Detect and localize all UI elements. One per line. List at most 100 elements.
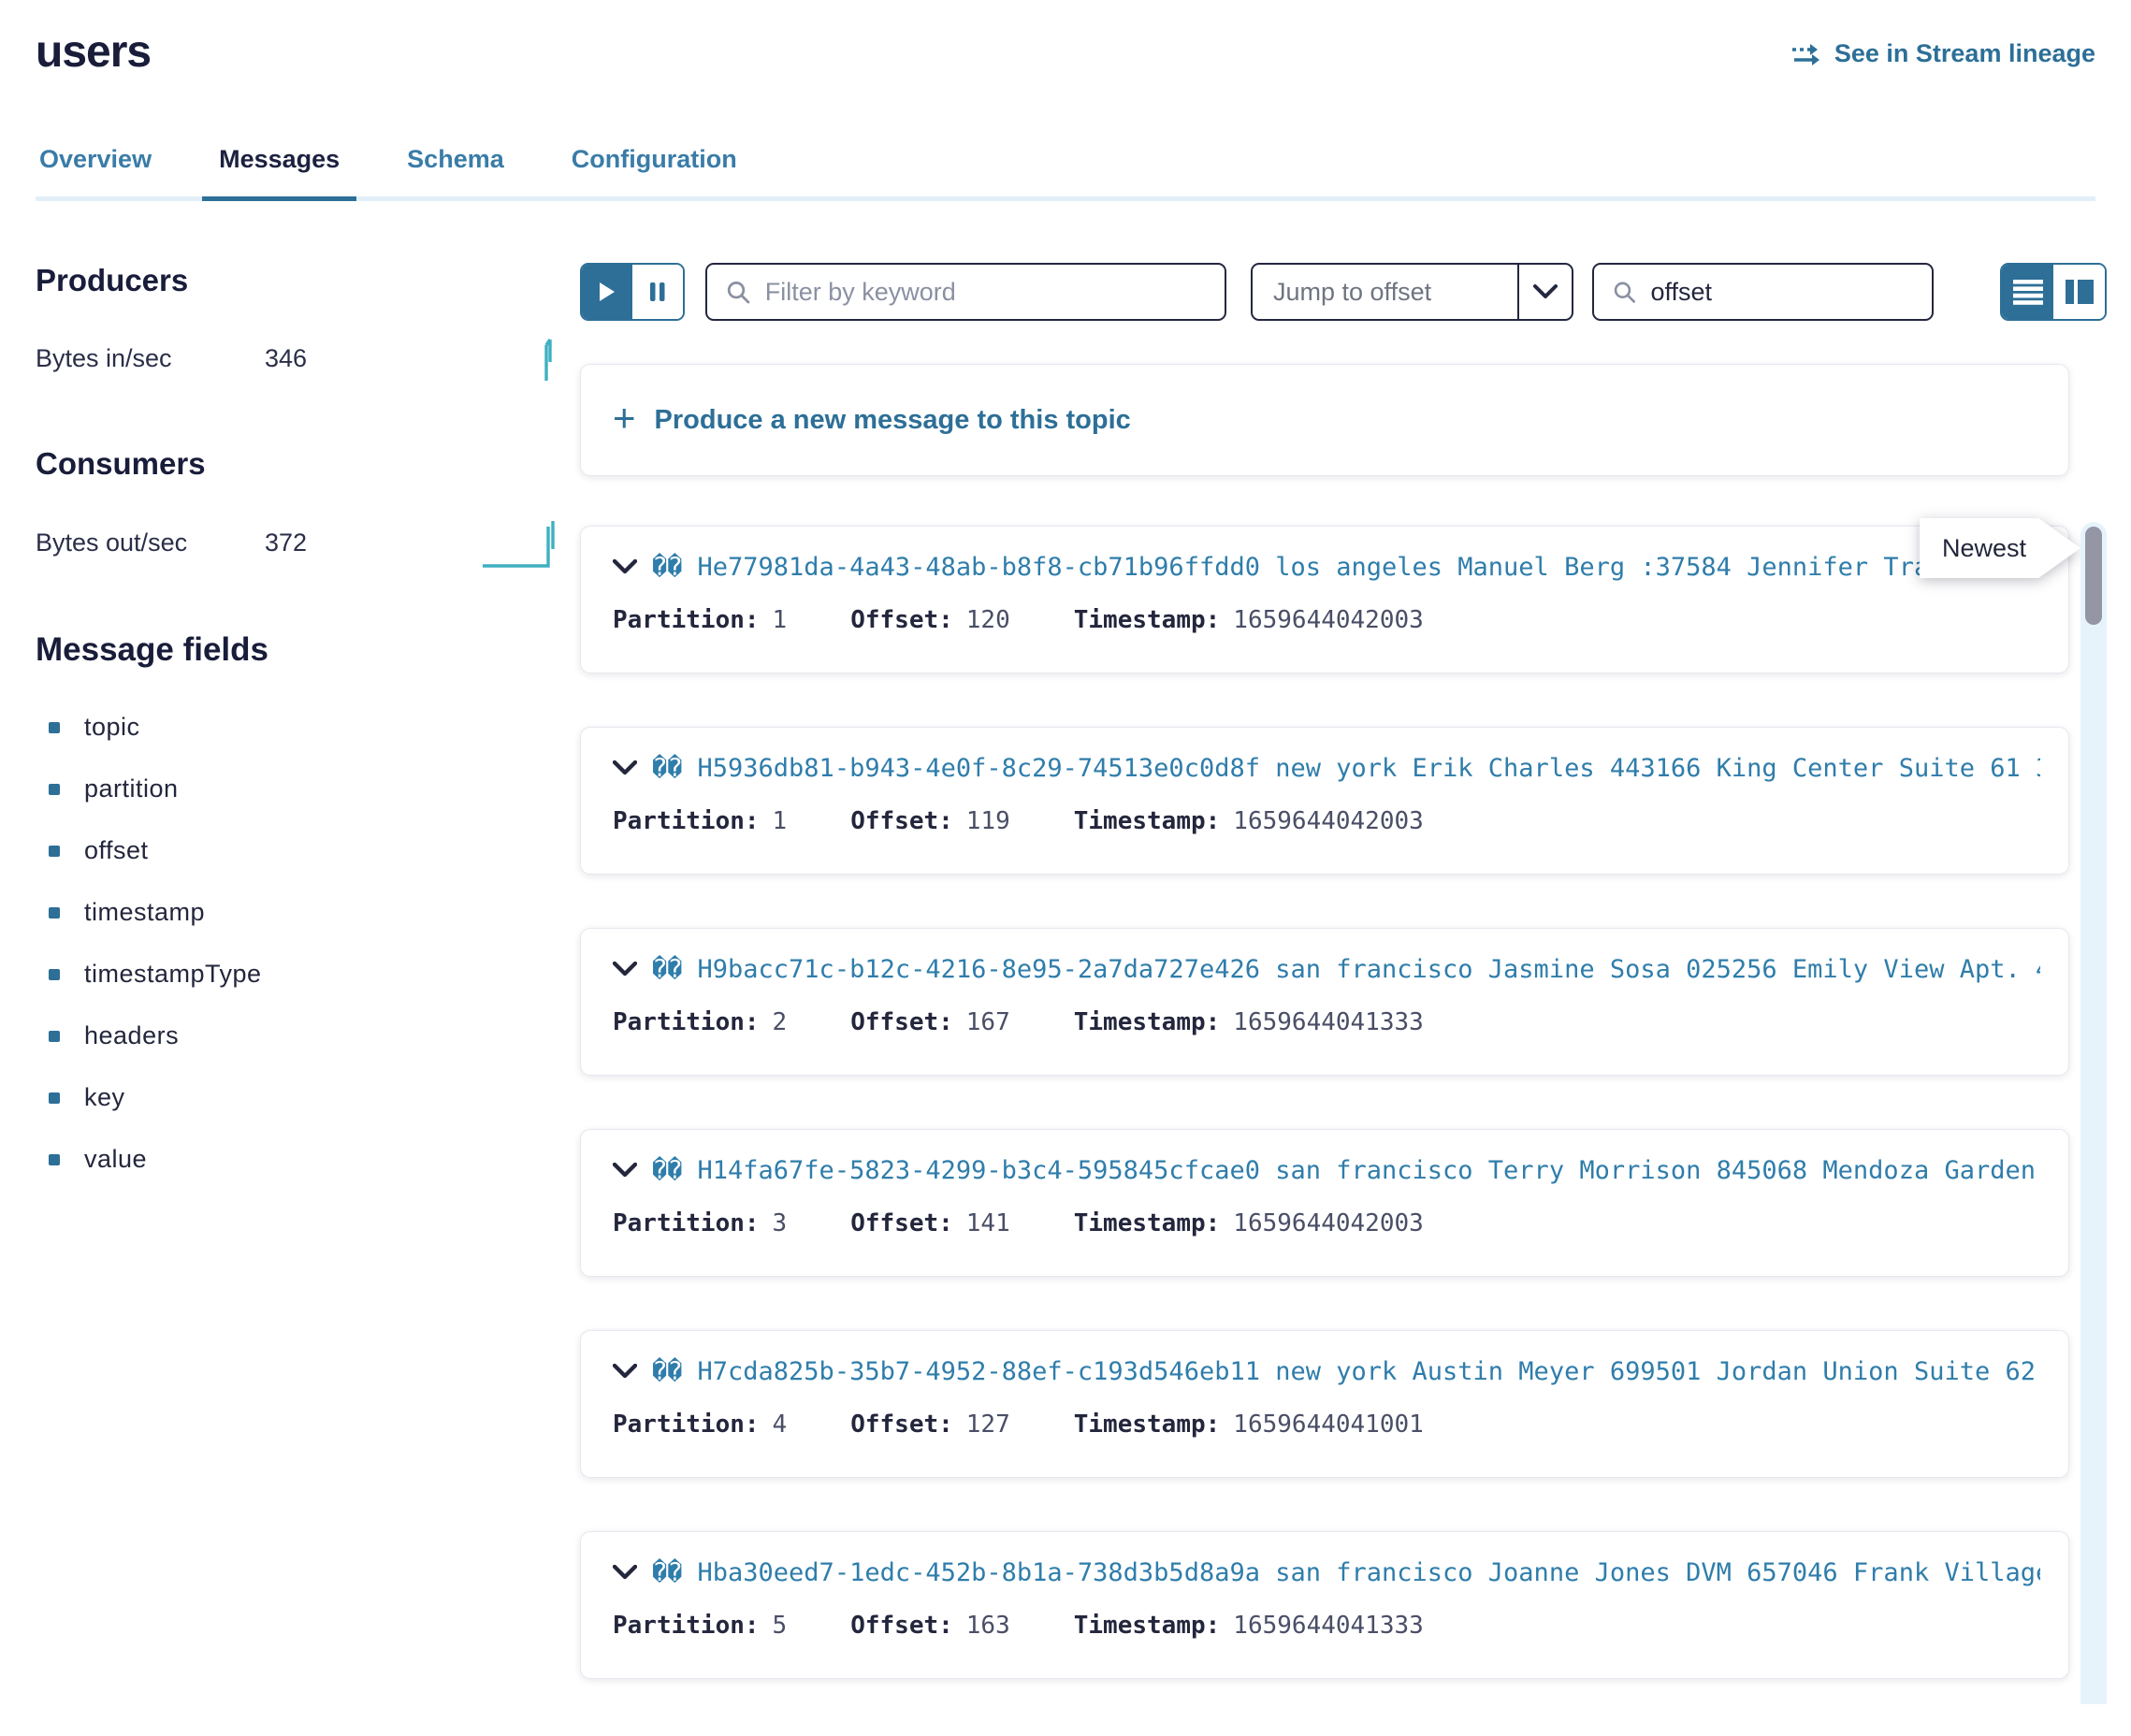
timestamp-label: Timestamp:	[1074, 1008, 1221, 1036]
bytes-in-value: 346	[265, 344, 307, 373]
pause-button[interactable]	[632, 265, 683, 319]
replacement-char-icon: ��	[652, 754, 683, 783]
newest-tooltip-label: Newest	[1920, 518, 2080, 578]
content: Producers Bytes in/sec 346 Consumers Byt…	[36, 263, 2095, 1732]
field-item-value: value	[36, 1144, 561, 1175]
play-icon	[598, 281, 616, 303]
message-row[interactable]: �� H14fa67fe-5823-4299-b3c4-595845cfcae0…	[580, 1129, 2069, 1277]
message-row[interactable]: �� H5936db81-b943-4e0f-8c29-74513e0c0d8f…	[580, 727, 2069, 875]
expand-chevron-icon[interactable]	[613, 1364, 637, 1380]
square-bullet-icon	[49, 784, 60, 795]
bytes-in-label: Bytes in/sec	[36, 344, 265, 373]
field-item-headers: headers	[36, 1020, 561, 1051]
timestamp-label: Timestamp:	[1074, 1209, 1221, 1237]
page-title: users	[36, 26, 151, 78]
square-bullet-icon	[49, 722, 60, 733]
view-mode-toggle	[2000, 263, 2107, 321]
message-row[interactable]: �� H7cda825b-35b7-4952-88ef-c193d546eb11…	[580, 1330, 2069, 1478]
offset-value: 163	[966, 1612, 1010, 1640]
message-key: H14fa67fe-5823-4299-b3c4-595845cfcae0 sa…	[698, 1156, 2040, 1185]
message-row[interactable]: �� Hba30eed7-1edc-452b-8b1a-738d3b5d8a9a…	[580, 1531, 2069, 1679]
replacement-char-icon: ��	[652, 553, 683, 582]
bytes-out-metric: Bytes out/sec 372	[36, 514, 561, 571]
partition-label: Partition:	[613, 1410, 760, 1439]
expand-chevron-icon[interactable]	[613, 559, 637, 575]
square-bullet-icon	[49, 1154, 60, 1165]
column-view-button[interactable]	[2053, 265, 2105, 319]
offset-search-input[interactable]	[1650, 278, 1913, 307]
square-bullet-icon	[49, 907, 60, 919]
topic-page: users See in Stream lineage Overview Mes…	[0, 0, 2131, 1736]
timestamp-value: 1659644041333	[1233, 1008, 1424, 1036]
list-view-button[interactable]	[2002, 265, 2053, 319]
message-meta: Partition:2 Offset:167 Timestamp:1659644…	[613, 1008, 2040, 1036]
lineage-link-label: See in Stream lineage	[1834, 39, 2095, 68]
chevron-down-icon	[1519, 265, 1572, 319]
timestamp-label: Timestamp:	[1074, 606, 1221, 634]
bytes-out-value: 372	[265, 528, 307, 557]
timestamp-value: 1659644042003	[1233, 606, 1424, 634]
newest-tooltip: Newest	[1920, 518, 2080, 578]
message-fields-heading: Message fields	[36, 631, 561, 669]
offset-value: 127	[966, 1410, 1010, 1439]
tab-schema[interactable]: Schema	[403, 145, 508, 196]
search-icon	[1613, 279, 1635, 305]
filter-input-box	[705, 263, 1226, 321]
tab-messages[interactable]: Messages	[215, 145, 343, 196]
list-view-icon	[2013, 279, 2043, 305]
message-row[interactable]: �� He77981da-4a43-48ab-b8f8-cb71b96ffdd0…	[580, 526, 2069, 673]
message-key: H7cda825b-35b7-4952-88ef-c193d546eb11 ne…	[698, 1357, 2040, 1386]
expand-chevron-icon[interactable]	[613, 962, 637, 977]
field-item-offset: offset	[36, 835, 561, 866]
tab-bar: Overview Messages Schema Configuration	[36, 145, 2095, 201]
expand-chevron-icon[interactable]	[613, 1163, 637, 1179]
messages-panel: Jump to offset	[580, 263, 2107, 1732]
message-fields-list: topic partition offset timestamp timesta…	[36, 712, 561, 1175]
scrollbar-thumb[interactable]	[2085, 527, 2102, 625]
message-key: H9bacc71c-b12c-4216-8e95-2a7da727e426 sa…	[698, 955, 2040, 984]
search-icon	[726, 279, 750, 305]
tab-overview[interactable]: Overview	[36, 145, 155, 196]
consumers-heading: Consumers	[36, 446, 561, 482]
offset-value: 120	[966, 606, 1010, 634]
scrollbar-track[interactable]	[2080, 522, 2107, 1704]
filter-keyword-input[interactable]	[765, 278, 1206, 307]
lineage-arrow-icon	[1791, 41, 1823, 67]
square-bullet-icon	[49, 846, 60, 857]
timestamp-label: Timestamp:	[1074, 1612, 1221, 1640]
partition-value: 2	[773, 1008, 788, 1036]
partition-value: 4	[773, 1410, 788, 1439]
timestamp-label: Timestamp:	[1074, 807, 1221, 835]
expand-chevron-icon[interactable]	[613, 1565, 637, 1581]
message-row[interactable]: �� H9bacc71c-b12c-4216-8e95-2a7da727e426…	[580, 928, 2069, 1076]
stream-lineage-link[interactable]: See in Stream lineage	[1791, 39, 2095, 68]
bytes-out-label: Bytes out/sec	[36, 528, 265, 557]
page-header: users See in Stream lineage	[36, 26, 2095, 78]
partition-label: Partition:	[613, 1612, 760, 1640]
produce-button-label: Produce a new message to this topic	[655, 405, 1131, 436]
timestamp-value: 1659644041333	[1233, 1612, 1424, 1640]
partition-value: 1	[773, 606, 788, 634]
partition-value: 5	[773, 1612, 788, 1640]
field-item-partition: partition	[36, 774, 561, 804]
message-meta: Partition:4 Offset:127 Timestamp:1659644…	[613, 1410, 2040, 1439]
timestamp-label: Timestamp:	[1074, 1410, 1221, 1439]
offset-input-box	[1592, 263, 1934, 321]
replacement-char-icon: ��	[652, 1156, 683, 1185]
square-bullet-icon	[49, 1092, 60, 1104]
expand-chevron-icon[interactable]	[613, 760, 637, 776]
play-button[interactable]	[582, 265, 632, 319]
field-item-topic: topic	[36, 712, 561, 743]
jump-to-select[interactable]: Jump to offset	[1251, 263, 1573, 321]
offset-label: Offset:	[850, 1209, 953, 1237]
partition-label: Partition:	[613, 1008, 760, 1036]
tab-configuration[interactable]: Configuration	[568, 145, 741, 196]
partition-label: Partition:	[613, 606, 760, 634]
message-meta: Partition:3 Offset:141 Timestamp:1659644…	[613, 1209, 2040, 1237]
bytes-in-metric: Bytes in/sec 346	[36, 330, 561, 386]
produce-message-button[interactable]: + Produce a new message to this topic	[580, 364, 2069, 476]
message-meta: Partition:1 Offset:119 Timestamp:1659644…	[613, 807, 2040, 835]
partition-label: Partition:	[613, 1209, 760, 1237]
replacement-char-icon: ��	[652, 1558, 683, 1587]
partition-value: 1	[773, 807, 788, 835]
